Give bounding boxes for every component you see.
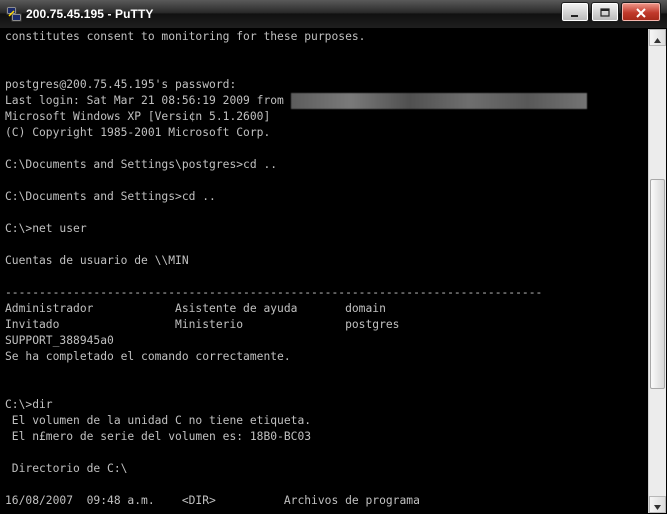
terminal-line: SUPPORT_388945a0 [5, 334, 114, 347]
terminal-line: constitutes consent to monitoring for th… [5, 30, 366, 43]
title-bar[interactable]: 200.75.45.195 - PuTTY [0, 0, 667, 29]
terminal-line: ----------------------------------------… [5, 286, 543, 299]
scroll-down-button[interactable] [649, 496, 666, 513]
redacted-host-blur [290, 93, 587, 109]
window-title: 200.75.45.195 - PuTTY [26, 7, 154, 21]
minimize-button[interactable] [561, 2, 589, 22]
scrollbar-thumb[interactable] [650, 179, 665, 389]
arrow-down-icon [654, 495, 661, 514]
terminal-line: C:\Documents and Settings\postgres>cd .. [5, 158, 278, 171]
terminal-output[interactable]: constitutes consent to monitoring for th… [0, 29, 646, 513]
terminal-line: Cuentas de usuario de \\MIN [5, 254, 189, 267]
terminal-line-last-login: Last login: Sat Mar 21 08:56:19 2009 fro… [0, 93, 646, 109]
caption-buttons [559, 2, 661, 22]
close-icon [636, 3, 646, 22]
terminal-line: Directorio de C:\ [5, 462, 128, 475]
vertical-scrollbar[interactable] [648, 29, 666, 513]
maximize-button[interactable] [591, 2, 619, 22]
terminal-line: Administrador Asistente de ayuda domain [5, 302, 386, 315]
terminal-line: El volumen de la unidad C no tiene etiqu… [5, 414, 312, 427]
terminal-line: C:\>net user [5, 222, 87, 235]
terminal-line: Microsoft Windows XP [Versi¢n 5.1.2600] [5, 110, 271, 123]
maximize-icon [600, 3, 610, 22]
terminal-line: Se ha completado el comando correctament… [5, 350, 291, 363]
terminal-line: C:\>dir [5, 398, 53, 411]
scroll-up-button[interactable] [649, 29, 666, 46]
terminal-line: Invitado Ministerio postgres [5, 318, 400, 331]
terminal-line: postgres@200.75.45.195's password: [5, 78, 237, 91]
arrow-up-icon [654, 28, 661, 47]
terminal-line: 16/08/2007 09:48 a.m. <DIR> Archivos de … [5, 494, 420, 507]
last-login-text: Last login: Sat Mar 21 08:56:19 2009 fro… [5, 94, 291, 107]
terminal-line: C:\Documents and Settings>cd .. [5, 190, 216, 203]
terminal-line: El n£mero de serie del volumen es: 18B0-… [5, 430, 312, 443]
minimize-icon [570, 3, 580, 22]
putty-icon [6, 6, 22, 22]
close-button[interactable] [621, 2, 661, 22]
terminal-line: (C) Copyright 1985-2001 Microsoft Corp. [5, 126, 271, 139]
